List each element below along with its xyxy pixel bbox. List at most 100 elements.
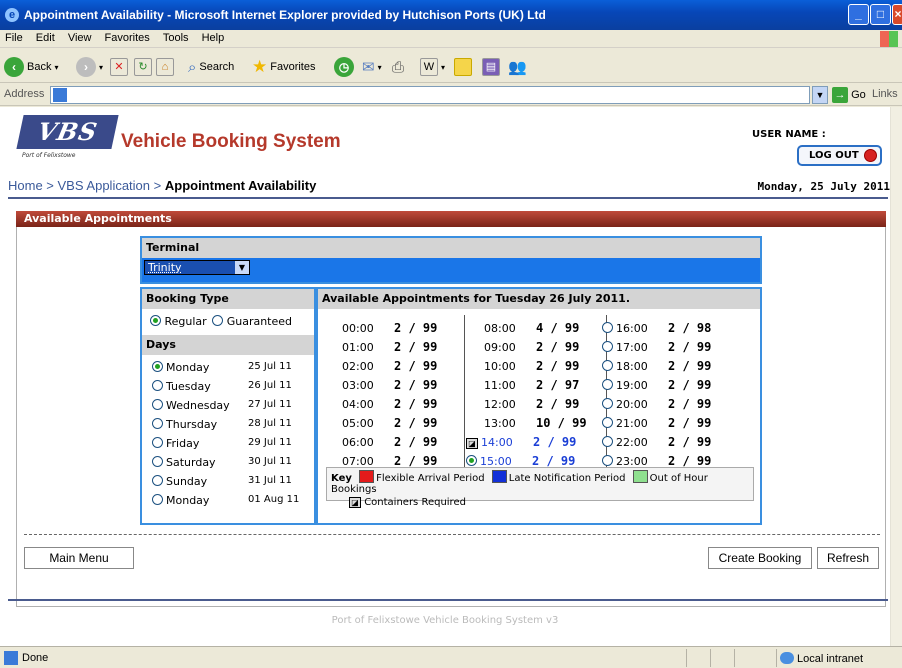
column-divider: [606, 315, 607, 475]
messenger-icon: 👥: [508, 59, 527, 76]
address-label: Address: [4, 88, 45, 100]
time-slot[interactable]: 22:00 2 / 99: [602, 435, 711, 449]
mail-button[interactable]: ✉ ▾: [362, 56, 382, 78]
time-slot[interactable]: 17:00 2 / 99: [602, 340, 711, 354]
print-icon: ⎙: [392, 58, 405, 76]
close-button[interactable]: ×: [892, 4, 902, 25]
divider: [8, 599, 888, 601]
day-option[interactable]: Saturday 30 Jul 11: [152, 456, 312, 469]
refresh-icon: ↻: [134, 58, 152, 76]
forward-button[interactable]: › ▾: [76, 56, 103, 78]
time-slot[interactable]: 21:00 2 / 99: [602, 416, 711, 430]
slot-radio[interactable]: [602, 322, 613, 333]
day-radio[interactable]: [152, 494, 163, 505]
messenger-button[interactable]: 👥: [508, 56, 527, 78]
time-slot[interactable]: 15:00 2 / 99: [466, 454, 575, 468]
time-slot[interactable]: 19:00 2 / 99: [602, 378, 711, 392]
day-option[interactable]: Wednesday 27 Jul 11: [152, 399, 312, 412]
day-option[interactable]: Monday 25 Jul 11: [152, 361, 312, 374]
time-slot: 10:00 2 / 99: [484, 359, 580, 373]
time-slot[interactable]: 16:00 2 / 98: [602, 321, 711, 335]
links-button[interactable]: Links: [872, 88, 898, 100]
slot-radio[interactable]: [466, 455, 477, 466]
slot-radio[interactable]: [602, 436, 613, 447]
back-button[interactable]: ‹ Back ▾: [4, 56, 58, 78]
slot-radio[interactable]: [602, 417, 613, 428]
browser-toolbar: ‹ Back ▾ › ▾ ✕ ↻ ⌂ ⌕ Search ★ Favorites ◷ …: [0, 49, 902, 83]
time-slot[interactable]: 23:00 2 / 99: [602, 454, 711, 468]
intranet-icon: [780, 652, 794, 664]
refresh-browser-button[interactable]: ↻: [134, 56, 152, 78]
day-radio[interactable]: [152, 380, 163, 391]
history-button[interactable]: ◷: [334, 56, 354, 78]
menu-help[interactable]: Help: [197, 30, 230, 44]
favorites-button[interactable]: ★ Favorites: [252, 56, 316, 78]
menu-tools[interactable]: Tools: [158, 30, 194, 44]
vbs-logo: VBS Port of Felixstowe: [10, 115, 119, 163]
time-slot[interactable]: 18:00 2 / 99: [602, 359, 711, 373]
history-icon: ◷: [334, 57, 354, 77]
time-slot: 11:00 2 / 97: [484, 378, 580, 392]
terminal-row: Trinity ▼: [142, 258, 760, 282]
breadcrumb-vbs-application[interactable]: VBS Application: [58, 178, 151, 193]
go-arrow-icon: →: [832, 87, 848, 103]
address-dropdown-button[interactable]: ▼: [812, 86, 828, 104]
maximize-button[interactable]: □: [870, 4, 891, 25]
days-heading: Days: [142, 335, 314, 355]
guaranteed-radio[interactable]: [212, 315, 224, 326]
breadcrumb-home[interactable]: Home: [8, 178, 43, 193]
time-slot[interactable]: 20:00 2 / 99: [602, 397, 711, 411]
menu-favorites[interactable]: Favorites: [100, 30, 155, 44]
slot-radio[interactable]: [602, 341, 613, 352]
main-menu-button[interactable]: Main Menu: [24, 547, 134, 569]
day-option[interactable]: Sunday 31 Jul 11: [152, 475, 312, 488]
slot-radio[interactable]: [602, 360, 613, 371]
home-button[interactable]: ⌂: [156, 56, 174, 78]
stop-button[interactable]: ✕: [110, 56, 128, 78]
day-option[interactable]: Thursday 28 Jul 11: [152, 418, 312, 431]
status-divider: [710, 649, 711, 667]
menu-edit[interactable]: Edit: [31, 30, 60, 44]
day-option[interactable]: Friday 29 Jul 11: [152, 437, 312, 450]
day-option[interactable]: Monday 01 Aug 11: [152, 494, 312, 507]
home-icon: ⌂: [156, 58, 174, 76]
minimize-button[interactable]: _: [848, 4, 869, 25]
research-button[interactable]: ▤: [482, 56, 500, 78]
research-icon: ▤: [482, 58, 500, 76]
time-slot: 08:00 4 / 99: [484, 321, 580, 335]
logout-button[interactable]: LOG OUT: [797, 145, 882, 166]
ie-logo-icon: e: [5, 8, 19, 22]
time-slot: 00:00 2 / 99: [342, 321, 438, 335]
address-input[interactable]: [50, 86, 810, 104]
page-scrollbar[interactable]: [890, 107, 902, 646]
day-radio[interactable]: [152, 418, 163, 429]
menu-view[interactable]: View: [63, 30, 97, 44]
menu-file[interactable]: File: [0, 30, 28, 44]
day-radio[interactable]: [152, 475, 163, 486]
day-radio[interactable]: [152, 399, 163, 410]
search-button[interactable]: ⌕ Search: [188, 56, 234, 78]
slot-radio[interactable]: [602, 398, 613, 409]
edit-button[interactable]: W ▾: [420, 56, 445, 78]
window-titlebar: e Appointment Availability - Microsoft I…: [0, 0, 902, 30]
go-button[interactable]: → Go: [832, 87, 866, 103]
day-radio[interactable]: [152, 456, 163, 467]
slot-radio[interactable]: [602, 379, 613, 390]
chevron-down-icon: ▼: [235, 261, 249, 274]
day-option[interactable]: Tuesday 26 Jul 11: [152, 380, 312, 393]
slot-radio[interactable]: [602, 455, 613, 466]
mail-icon: ✉: [362, 59, 375, 76]
discuss-button[interactable]: [454, 56, 472, 78]
print-button[interactable]: ⎙: [392, 56, 404, 78]
create-booking-button[interactable]: Create Booking: [708, 547, 812, 569]
time-slot: 06:00 2 / 99: [342, 435, 438, 449]
regular-radio[interactable]: [150, 315, 161, 326]
terminal-select[interactable]: Trinity ▼: [144, 260, 250, 275]
refresh-button[interactable]: Refresh: [817, 547, 879, 569]
day-radio[interactable]: [152, 361, 163, 372]
booking-type-heading: Booking Type: [142, 289, 314, 309]
time-slot: 04:00 2 / 99: [342, 397, 438, 411]
day-radio[interactable]: [152, 437, 163, 448]
status-bar: Done Local intranet: [0, 646, 902, 668]
time-slot: 07:00 2 / 99: [342, 454, 438, 468]
